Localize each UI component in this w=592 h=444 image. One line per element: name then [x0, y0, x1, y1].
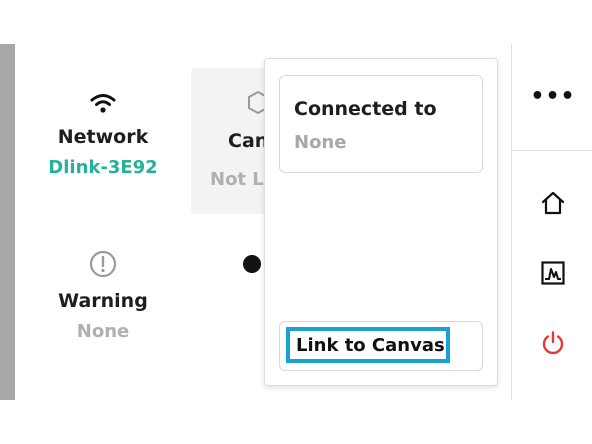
canvas-link-popup: Connected to None Link to Canvas [264, 58, 498, 386]
device-screen: Network Dlink-3E92 Can Not Li Warning No… [0, 44, 592, 400]
graph-icon [540, 260, 566, 290]
wifi-icon [89, 94, 117, 118]
warning-status[interactable]: Warning None [38, 250, 168, 342]
home-icon [540, 190, 566, 220]
left-edge-bar [0, 44, 15, 400]
rail-top-section: ••• [512, 44, 592, 151]
home-button[interactable] [538, 190, 568, 220]
indicator-dot [243, 255, 261, 273]
right-rail: ••• [511, 44, 592, 400]
canvas-title: Can [228, 130, 269, 152]
graph-button[interactable] [538, 260, 568, 290]
connected-value: None [294, 132, 347, 153]
network-value: Dlink-3E92 [48, 157, 158, 178]
network-title: Network [57, 126, 149, 148]
connected-card: Connected to None [279, 75, 483, 173]
link-to-canvas-button[interactable]: Link to Canvas [286, 327, 450, 363]
connected-label: Connected to [294, 98, 437, 120]
power-button[interactable] [538, 330, 568, 360]
power-icon [540, 330, 566, 360]
warning-value: None [76, 321, 130, 342]
warning-circle-icon [89, 250, 117, 282]
network-status[interactable]: Network Dlink-3E92 [38, 92, 168, 178]
canvas-value: Not Li [210, 169, 270, 190]
link-card: Link to Canvas [279, 321, 483, 371]
warning-title: Warning [58, 290, 148, 312]
more-options-button[interactable]: ••• [530, 84, 576, 109]
